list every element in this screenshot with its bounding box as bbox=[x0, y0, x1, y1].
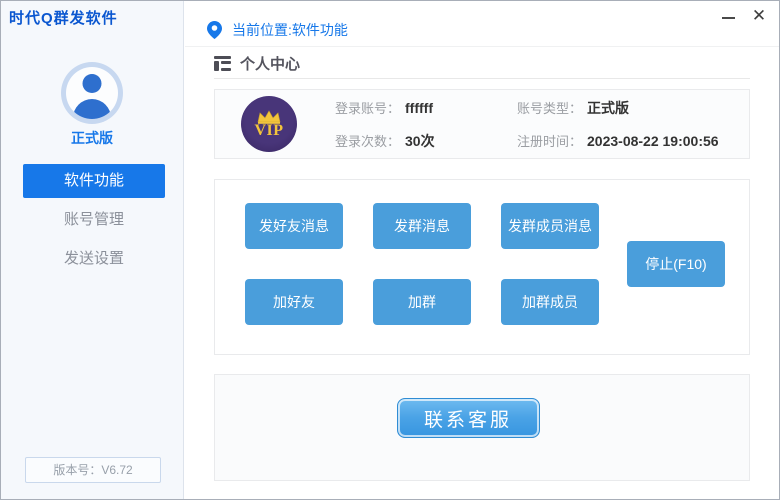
vip-badge: VIP bbox=[241, 96, 297, 152]
register-time-value: 2023-08-22 19:00:56 bbox=[587, 133, 719, 149]
login-count-field: 登录次数： 30次 bbox=[335, 131, 517, 151]
main-area: ✕ 当前位置:软件功能 个人中心 bbox=[185, 1, 779, 499]
account-info-grid: 登录账号： ffffff 账号类型： 正式版 登录次数： 30次 注册时间： 2… bbox=[335, 98, 719, 151]
profile-section-title: 个人中心 bbox=[240, 53, 300, 74]
vip-badge-label: VIP bbox=[254, 124, 283, 138]
sidebar: 时代Q群发软件 正式版 软件功能 账号管理 发送设置 版本号：V6.72 bbox=[1, 1, 184, 499]
version-label: 版本号：V6.72 bbox=[25, 457, 161, 483]
sidebar-item-send-settings[interactable]: 发送设置 bbox=[23, 242, 165, 276]
sidebar-menu: 软件功能 账号管理 发送设置 bbox=[23, 164, 165, 281]
add-group-member-button[interactable]: 加群成员 bbox=[501, 279, 599, 325]
login-count-value: 30次 bbox=[405, 131, 435, 151]
app-window: 时代Q群发软件 正式版 软件功能 账号管理 发送设置 版本号：V6.72 ✕ bbox=[0, 0, 780, 500]
sidebar-item-account-management[interactable]: 账号管理 bbox=[23, 203, 165, 237]
account-info-panel: VIP 登录账号： ffffff 账号类型： 正式版 登录次数： 30次 注册时… bbox=[214, 89, 750, 159]
avatar bbox=[61, 62, 123, 124]
sidebar-item-software-functions[interactable]: 软件功能 bbox=[23, 164, 165, 198]
add-group-button[interactable]: 加群 bbox=[373, 279, 471, 325]
user-icon bbox=[66, 67, 118, 119]
edition-label: 正式版 bbox=[1, 128, 183, 148]
send-group-message-button[interactable]: 发群消息 bbox=[373, 203, 471, 249]
profile-panel-icon bbox=[214, 56, 231, 71]
login-account-field: 登录账号： ffffff bbox=[335, 98, 517, 118]
profile-section-header: 个人中心 bbox=[214, 49, 750, 79]
contact-support-button[interactable]: 联系客服 bbox=[397, 398, 540, 438]
account-type-value: 正式版 bbox=[587, 98, 629, 118]
account-type-field: 账号类型： 正式版 bbox=[517, 98, 719, 118]
stop-button[interactable]: 停止(F10) bbox=[627, 241, 725, 287]
add-friend-button[interactable]: 加好友 bbox=[245, 279, 343, 325]
function-buttons-panel: 发好友消息 发群消息 发群成员消息 停止(F10) 加好友 加群 加群成员 bbox=[214, 179, 750, 355]
support-panel: 联系客服 bbox=[214, 374, 750, 481]
send-friend-message-button[interactable]: 发好友消息 bbox=[245, 203, 343, 249]
location-pin-icon bbox=[207, 21, 222, 39]
app-title: 时代Q群发软件 bbox=[9, 7, 118, 28]
location-bar: 当前位置:软件功能 bbox=[185, 1, 779, 47]
current-location-label: 当前位置:软件功能 bbox=[232, 20, 348, 40]
send-group-member-message-button[interactable]: 发群成员消息 bbox=[501, 203, 599, 249]
register-time-field: 注册时间： 2023-08-22 19:00:56 bbox=[517, 131, 719, 151]
login-account-value: ffffff bbox=[405, 100, 433, 116]
